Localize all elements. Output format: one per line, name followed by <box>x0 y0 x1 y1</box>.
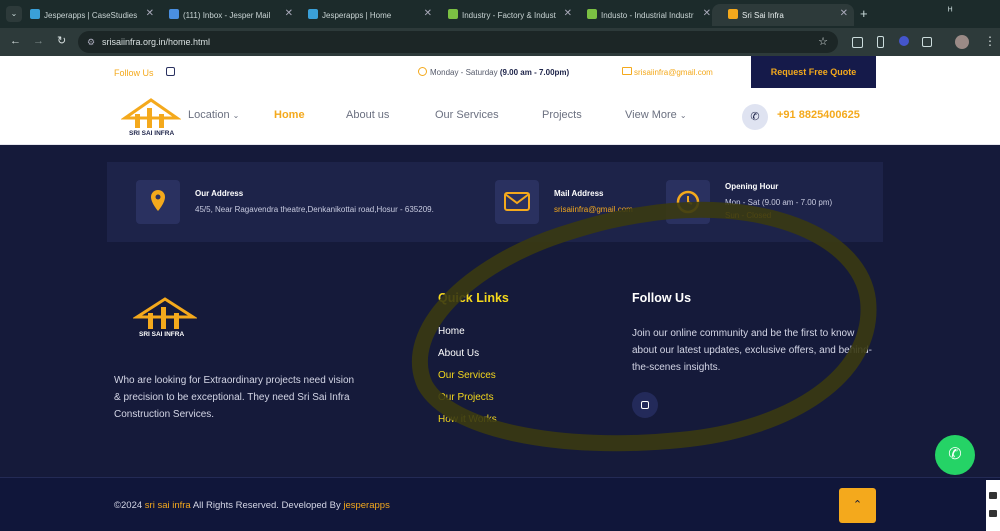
camera-icon[interactable] <box>989 492 997 499</box>
copyright-year: ©2024 <box>114 500 143 511</box>
copyright-brand[interactable]: sri sai infra <box>145 500 191 511</box>
copyright-text: ©2024 sri sai infra All Rights Reserved.… <box>114 500 390 511</box>
scribble-annotation <box>411 201 877 452</box>
copyright-bar: ©2024 sri sai infra All Rights Reserved.… <box>0 477 1000 531</box>
copyright-statement: All Rights Reserved. Developed By <box>192 500 341 511</box>
back-to-top-button[interactable]: ⌃ <box>839 488 876 523</box>
side-panel-strip <box>986 480 1000 531</box>
video-icon[interactable] <box>989 510 997 517</box>
whatsapp-icon: ✆ <box>948 446 962 463</box>
developer-link[interactable]: jesperapps <box>343 500 389 511</box>
whatsapp-button[interactable]: ✆ <box>935 435 975 475</box>
chevron-up-icon: ⌃ <box>852 499 863 511</box>
